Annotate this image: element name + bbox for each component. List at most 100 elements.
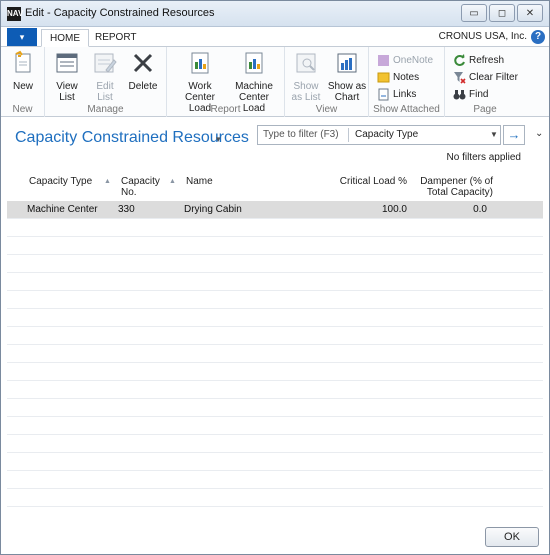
tab-report[interactable]: REPORT [87, 29, 145, 47]
column-header-capacity-type[interactable]: Capacity Type [29, 176, 92, 187]
ribbon-group-new: New New [1, 47, 45, 117]
notes-button[interactable]: Notes [377, 69, 419, 85]
group-label-view: View [315, 104, 338, 115]
apply-filter-arrow-icon[interactable]: → [503, 125, 525, 145]
empty-row [7, 291, 543, 309]
ribbon-group-report: Work Center Load Machine Center Load Rep… [167, 47, 285, 117]
group-label-manage: Manage [87, 104, 124, 115]
sort-arrow-icon[interactable]: ▲ [104, 178, 111, 185]
group-label-page: Page [473, 104, 497, 115]
title-chevron-down-icon[interactable]: ▾ [216, 134, 221, 145]
links-label: Links [393, 88, 417, 100]
new-button[interactable]: New [1, 50, 45, 102]
cell-capacity-type: Machine Center [27, 204, 98, 215]
delete-label: Delete [128, 81, 158, 92]
edit-list-icon [94, 53, 117, 73]
filter-input[interactable]: Type to filter (F3) [263, 129, 339, 140]
empty-row [7, 453, 543, 471]
notes-label: Notes [393, 71, 420, 83]
column-header-capacity-no-line2: No. [121, 187, 137, 198]
empty-row [7, 399, 543, 417]
column-header-capacity-no[interactable]: Capacity No. [121, 176, 160, 198]
delete-button[interactable]: Delete [121, 50, 165, 102]
filter-bar: Type to filter (F3) Capacity Type ▼ [257, 125, 501, 145]
group-label-report: Report [210, 104, 241, 115]
grid-body: Machine Center 330 Drying Cabin 100.0 0.… [7, 201, 543, 521]
minimize-button[interactable]: ▭ [461, 4, 487, 22]
group-label-new: New [12, 104, 33, 115]
report-icon [191, 52, 209, 74]
empty-row [7, 219, 543, 237]
empty-row [7, 381, 543, 399]
empty-row [7, 489, 543, 507]
empty-row [7, 417, 543, 435]
links-button[interactable]: Links [377, 86, 416, 102]
refresh-icon [454, 53, 465, 66]
column-header-dampener-line1: Dampener (% of [420, 176, 493, 187]
show-chart-label-2: Chart [334, 92, 360, 103]
show-chart-label-1: Show as [327, 81, 367, 92]
help-icon[interactable]: ? [531, 30, 545, 44]
window-title: Edit - Capacity Constrained Resources [25, 7, 215, 19]
maximize-button[interactable]: ◻ [489, 4, 515, 22]
machine-center-load-button[interactable]: Machine Center Load [227, 50, 281, 114]
page-title[interactable]: Capacity Constrained Resources [15, 129, 249, 147]
empty-row [7, 363, 543, 381]
collapse-chevron-icon[interactable]: ⌄ [535, 128, 543, 139]
sort-arrow-icon[interactable]: ▲ [169, 178, 176, 185]
ribbon: New New View List Edit List Delete Manag… [1, 47, 549, 117]
binoculars-icon [453, 89, 466, 99]
show-list-label-2: as List [291, 92, 321, 103]
window: NAV Edit - Capacity Constrained Resource… [0, 0, 550, 555]
clear-filter-label: Clear Filter [469, 71, 518, 83]
cell-name: Drying Cabin [184, 204, 242, 215]
view-list-icon [56, 53, 78, 73]
new-document-icon [15, 50, 31, 73]
clear-filter-button[interactable]: Clear Filter [453, 69, 518, 85]
list-view-icon [296, 53, 316, 73]
new-label: New [12, 81, 33, 92]
show-as-chart-button[interactable]: Show as Chart [327, 50, 367, 103]
find-button[interactable]: Find [453, 86, 488, 102]
filter-status: No filters applied [446, 152, 521, 163]
find-label: Find [469, 88, 489, 100]
delete-icon [133, 53, 153, 73]
clear-filter-icon [454, 71, 466, 84]
report-icon [245, 52, 263, 74]
refresh-button[interactable]: Refresh [453, 52, 504, 68]
filter-divider [348, 128, 349, 142]
filter-field-select[interactable]: Capacity Type [355, 129, 418, 140]
work-center-label-1: Work [188, 81, 212, 92]
empty-row [7, 345, 543, 363]
company-name[interactable]: CRONUS USA, Inc. [439, 31, 527, 42]
column-header-critical-load[interactable]: Critical Load % [337, 176, 407, 187]
refresh-label: Refresh [469, 54, 505, 66]
show-as-list-button[interactable]: Show as List [287, 50, 325, 103]
empty-row [7, 255, 543, 273]
machine-center-label-1: Machine [235, 81, 273, 92]
onenote-button[interactable]: OneNote [377, 52, 433, 68]
chart-view-icon [337, 53, 357, 73]
cell-dampener: 0.0 [473, 204, 487, 215]
column-header-name[interactable]: Name [186, 176, 213, 187]
cell-critical-load: 100.0 [381, 204, 407, 215]
empty-row [7, 237, 543, 255]
notes-icon [377, 72, 390, 82]
tab-home[interactable]: HOME [41, 29, 89, 47]
grid-header: Capacity Type ▲ Capacity No. ▲ Name Crit… [1, 171, 549, 201]
ribbon-group-show-attached: OneNote Notes Links Show Attached [369, 47, 445, 117]
work-center-load-button[interactable]: Work Center Load [175, 50, 225, 114]
column-header-capacity-no-line1: Capacity [121, 176, 160, 187]
table-row[interactable]: Machine Center 330 Drying Cabin 100.0 0.… [7, 201, 543, 219]
ribbon-group-view: Show as List Show as Chart View [285, 47, 369, 117]
close-button[interactable]: ✕ [517, 4, 543, 22]
ribbon-tab-bar: ▾ HOME REPORT CRONUS USA, Inc. ? [1, 27, 549, 47]
empty-row [7, 309, 543, 327]
dropdown-arrow-icon[interactable]: ▼ [490, 130, 498, 139]
column-header-dampener[interactable]: Dampener (% of Total Capacity) [411, 176, 493, 198]
ok-button[interactable]: OK [485, 527, 539, 547]
group-label-show-attached: Show Attached [373, 104, 440, 115]
title-bar: NAV Edit - Capacity Constrained Resource… [1, 1, 549, 27]
ribbon-group-manage: View List Edit List Delete Manage [45, 47, 167, 117]
file-menu-button[interactable]: ▾ [7, 28, 37, 46]
